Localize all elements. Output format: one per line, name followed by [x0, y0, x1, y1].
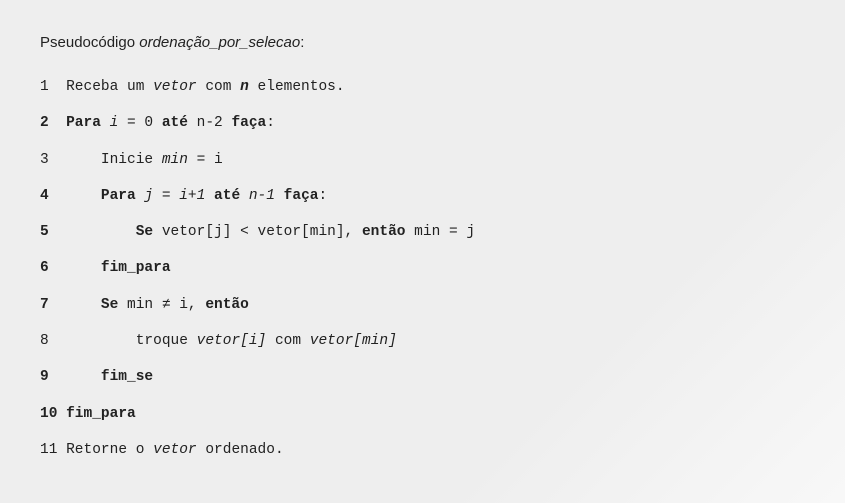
- code-segment: Se: [136, 224, 153, 240]
- line-number: 7: [40, 295, 57, 315]
- title-name: ordenação_por_selecao: [139, 34, 300, 51]
- code-segment: i+1: [179, 188, 205, 204]
- line-number: 9: [40, 367, 57, 387]
- code-segment: = i: [188, 152, 223, 168]
- code-line: 4 Para j = i+1 até n-1 faça:: [40, 186, 805, 206]
- code-segment: Se: [101, 297, 118, 313]
- code-segment: Para: [101, 188, 136, 204]
- code-segment: min = j: [405, 224, 475, 240]
- code-segment: [205, 188, 214, 204]
- code-segment: Retorne o: [66, 442, 153, 458]
- title-prefix: Pseudocódigo: [40, 34, 139, 51]
- code-segment: com: [197, 79, 241, 95]
- code-segment: [101, 115, 110, 131]
- code-segment: fim_para: [66, 406, 136, 422]
- line-number: 1: [40, 77, 57, 97]
- line-number: 6: [40, 258, 57, 278]
- code-segment: vetor[i]: [197, 333, 267, 349]
- code-segment: vetor: [153, 79, 197, 95]
- code-line: 7 Se min ≠ i, então: [40, 295, 805, 315]
- code-segment: vetor: [153, 442, 197, 458]
- code-segment: [275, 188, 284, 204]
- code-segment: fim_para: [101, 260, 171, 276]
- line-number: 2: [40, 113, 57, 133]
- code-segment: n: [240, 79, 249, 95]
- code-line: 5 Se vetor[j] < vetor[min], então min = …: [40, 222, 805, 242]
- line-number: 11: [40, 440, 57, 460]
- code-segment: vetor[min]: [310, 333, 397, 349]
- code-segment: min: [162, 152, 188, 168]
- code-segment: troque: [136, 333, 197, 349]
- code-segment: elementos.: [249, 79, 345, 95]
- code-segment: = 0: [118, 115, 162, 131]
- code-segment: =: [153, 188, 179, 204]
- code-segment: j: [144, 188, 153, 204]
- line-number: 8: [40, 331, 57, 351]
- code-line: 8 troque vetor[i] com vetor[min]: [40, 331, 805, 351]
- code-line: 3 Inicie min = i: [40, 150, 805, 170]
- code-segment: :: [266, 115, 275, 131]
- line-number: 4: [40, 186, 57, 206]
- code-segment: min ≠ i,: [118, 297, 205, 313]
- code-segment: até: [214, 188, 240, 204]
- code-line: 10 fim_para: [40, 404, 805, 424]
- title-suffix: :: [300, 34, 304, 51]
- code-segment: faça: [284, 188, 319, 204]
- code-segment: i: [110, 115, 119, 131]
- code-segment: n-2: [188, 115, 232, 131]
- code-segment: então: [205, 297, 249, 313]
- line-number: 5: [40, 222, 57, 242]
- code-segment: :: [318, 188, 327, 204]
- code-segment: vetor[j] < vetor[min],: [153, 224, 362, 240]
- pseudocode-block: 1 Receba um vetor com n elementos. 2 Para…: [40, 77, 805, 460]
- pseudocode-title: Pseudocódigo ordenação_por_selecao:: [40, 32, 805, 53]
- code-segment: fim_se: [101, 369, 153, 385]
- code-segment: ordenado.: [197, 442, 284, 458]
- code-segment: [240, 188, 249, 204]
- code-line: 2 Para i = 0 até n-2 faça:: [40, 113, 805, 133]
- code-line: 6 fim_para: [40, 258, 805, 278]
- code-segment: Para: [66, 115, 101, 131]
- code-segment: Inicie: [101, 152, 162, 168]
- code-segment: n-1: [249, 188, 275, 204]
- code-line: 9 fim_se: [40, 367, 805, 387]
- line-number: 3: [40, 150, 57, 170]
- code-segment: com: [266, 333, 310, 349]
- code-segment: faça: [231, 115, 266, 131]
- line-number: 10: [40, 404, 57, 424]
- code-segment: até: [162, 115, 188, 131]
- code-line: 11 Retorne o vetor ordenado.: [40, 440, 805, 460]
- code-segment: então: [362, 224, 406, 240]
- code-segment: Receba um: [66, 79, 153, 95]
- code-line: 1 Receba um vetor com n elementos.: [40, 77, 805, 97]
